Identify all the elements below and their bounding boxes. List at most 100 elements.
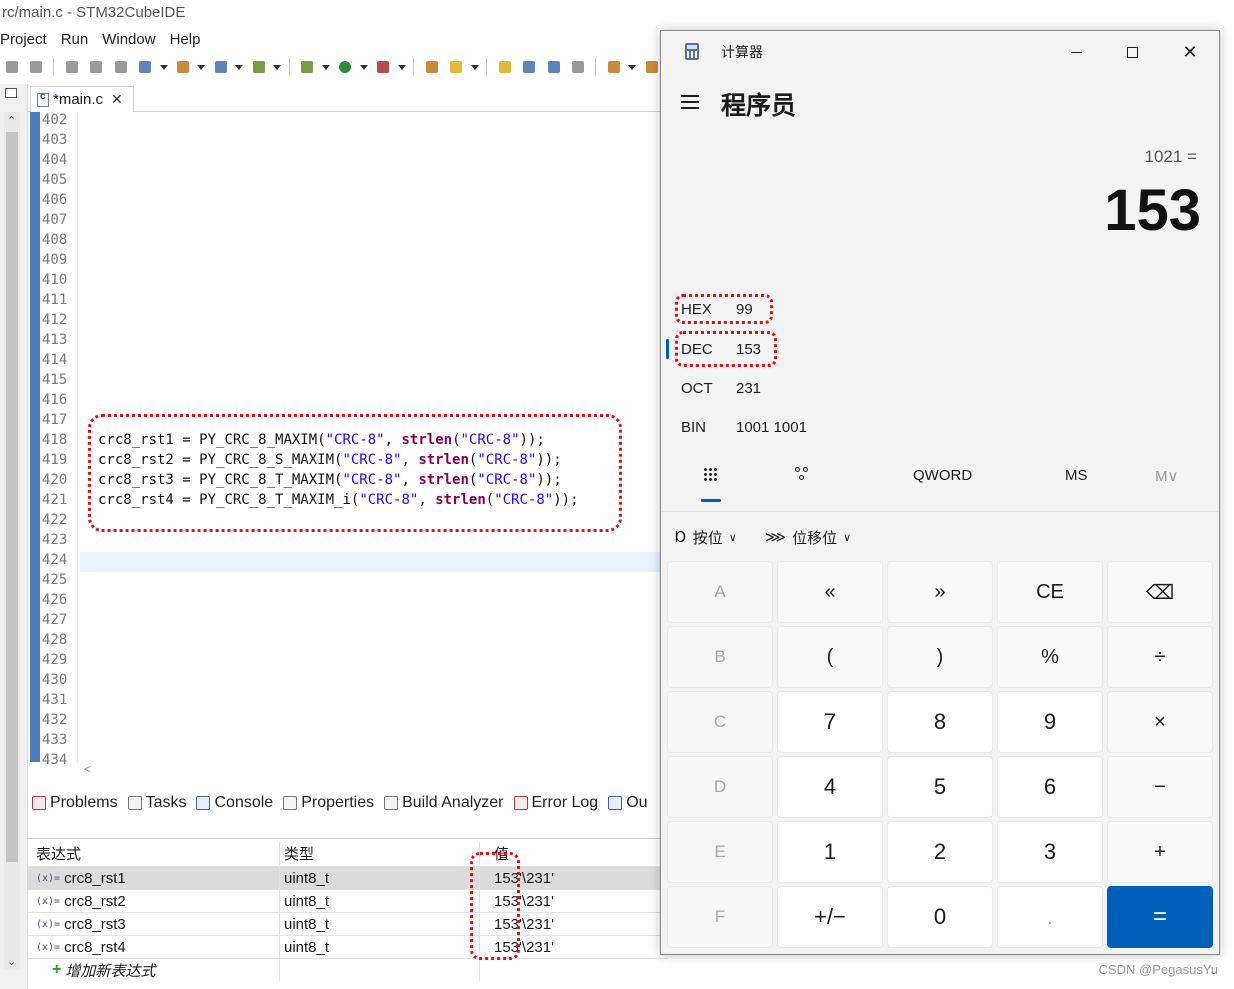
table-row[interactable]: (x)= crc8_rst4 uint8_t 153 '\231': [28, 935, 668, 958]
key-1[interactable]: 1: [777, 821, 883, 883]
run-icon[interactable]: [335, 58, 353, 76]
full-keypad-tab[interactable]: [703, 467, 719, 483]
toggle-mark-icon[interactable]: [519, 58, 537, 76]
open-folder-icon[interactable]: [173, 58, 191, 76]
chevron-down-icon[interactable]: [628, 63, 637, 71]
key-e[interactable]: E: [667, 821, 773, 883]
clean-icon[interactable]: [86, 58, 104, 76]
key-c[interactable]: C: [667, 691, 773, 753]
close-icon[interactable]: ✕: [111, 91, 123, 108]
tab-outline[interactable]: Ou: [608, 794, 648, 812]
key-f[interactable]: F: [667, 886, 773, 948]
vertical-scrollbar[interactable]: ⌃ ⌄: [4, 112, 20, 970]
key-equals[interactable]: =: [1107, 886, 1213, 948]
chevron-down-icon[interactable]: [273, 63, 282, 71]
key-backspace[interactable]: ⌫: [1107, 561, 1213, 623]
back-icon[interactable]: [2, 58, 20, 76]
chevron-down-icon[interactable]: [359, 63, 369, 71]
tab-error-log[interactable]: Error Log: [513, 794, 598, 812]
chevron-down-icon[interactable]: [197, 63, 206, 71]
word-size-button[interactable]: QWORD: [913, 467, 972, 484]
scroll-left-icon[interactable]: <: [84, 762, 91, 776]
scroll-down-icon[interactable]: ⌄: [7, 955, 16, 968]
key-plus[interactable]: +: [1107, 821, 1213, 883]
key-decimal[interactable]: .: [997, 886, 1103, 948]
chevron-down-icon[interactable]: [235, 63, 244, 71]
key-open-paren[interactable]: (: [777, 626, 883, 688]
hand-icon[interactable]: [111, 58, 129, 76]
radix-oct[interactable]: OCT 231: [681, 376, 761, 400]
key-8[interactable]: 8: [887, 691, 993, 753]
key-left-shift[interactable]: «: [777, 561, 883, 623]
key-minus[interactable]: −: [1107, 756, 1213, 818]
tab-tasks[interactable]: Tasks: [127, 794, 186, 812]
bitwise-dropdown[interactable]: Ɒ 按位 ∨: [675, 527, 737, 548]
key-modulo[interactable]: %: [997, 626, 1103, 688]
open-type-icon[interactable]: [422, 58, 440, 76]
table-row[interactable]: (x)= crc8_rst1 uint8_t 153 '\231': [28, 866, 668, 889]
debug-icon[interactable]: [297, 58, 315, 76]
highlight-icon[interactable]: [495, 58, 513, 76]
prev-annotation-icon[interactable]: [642, 58, 660, 76]
radix-bin[interactable]: BIN 1001 1001: [681, 415, 807, 439]
bit-toggle-tab[interactable]: [795, 467, 811, 485]
close-button[interactable]: ✕: [1167, 37, 1213, 67]
key-b[interactable]: B: [667, 626, 773, 688]
build-icon[interactable]: [62, 58, 80, 76]
key-3[interactable]: 3: [997, 821, 1103, 883]
table-row[interactable]: (x)= crc8_rst2 uint8_t 153 '\231': [28, 889, 668, 912]
cell-expression: (x)= crc8_rst4: [28, 936, 280, 958]
new-icon[interactable]: [135, 58, 153, 76]
key-7[interactable]: 7: [777, 691, 883, 753]
search-icon[interactable]: [446, 58, 464, 76]
add-expression-row[interactable]: + 增加新表达式: [28, 958, 668, 981]
tab-properties[interactable]: Properties: [283, 794, 374, 812]
tab-main-c[interactable]: *main.c ✕: [30, 86, 134, 112]
key-divide[interactable]: ÷: [1107, 626, 1213, 688]
key-6[interactable]: 6: [997, 756, 1103, 818]
table-row[interactable]: (x)= crc8_rst3 uint8_t 153 '\231': [28, 912, 668, 935]
tab-build-analyzer[interactable]: Build Analyzer: [384, 794, 504, 812]
key-a[interactable]: A: [667, 561, 773, 623]
key-clear-entry[interactable]: CE: [997, 561, 1103, 623]
next-annotation-icon[interactable]: [604, 58, 622, 76]
chevron-down-icon[interactable]: [397, 63, 406, 71]
col-expression[interactable]: 表达式: [28, 842, 280, 865]
chevron-down-icon[interactable]: [470, 63, 480, 71]
scroll-up-icon[interactable]: ⌃: [7, 114, 16, 127]
key-2[interactable]: 2: [887, 821, 993, 883]
menu-help[interactable]: Help: [170, 28, 215, 52]
maximize-button[interactable]: [1109, 37, 1155, 67]
key-multiply[interactable]: ×: [1107, 691, 1213, 753]
menu-run[interactable]: Run: [61, 28, 103, 52]
key-negate[interactable]: +/−: [777, 886, 883, 948]
menu-window[interactable]: Window: [102, 28, 169, 52]
scrollbar-thumb[interactable]: [6, 132, 18, 862]
key-right-shift[interactable]: »: [887, 561, 993, 623]
memory-store-button[interactable]: MS: [1065, 467, 1088, 484]
restore-icon[interactable]: [5, 88, 17, 98]
new-class-icon[interactable]: [249, 58, 267, 76]
key-4[interactable]: 4: [777, 756, 883, 818]
forward-icon[interactable]: [26, 58, 44, 76]
block-select-icon[interactable]: [544, 58, 562, 76]
minimize-button[interactable]: [1053, 37, 1099, 67]
key-9[interactable]: 9: [997, 691, 1103, 753]
bitshift-dropdown[interactable]: ⋙ 位移位 ∨: [765, 527, 851, 548]
external-tools-icon[interactable]: [373, 58, 391, 76]
new-file-icon[interactable]: [211, 58, 229, 76]
key-d[interactable]: D: [667, 756, 773, 818]
hamburger-menu-icon[interactable]: [681, 95, 699, 109]
chevron-down-icon[interactable]: [321, 63, 331, 71]
chevron-down-icon[interactable]: [159, 63, 169, 71]
whitespace-icon[interactable]: [568, 58, 586, 76]
tab-console[interactable]: Console: [196, 794, 273, 812]
key-5[interactable]: 5: [887, 756, 993, 818]
tab-problems[interactable]: Problems: [32, 794, 118, 812]
col-type[interactable]: 类型: [280, 842, 480, 865]
horizontal-scrollbar[interactable]: <: [80, 762, 660, 778]
menu-project[interactable]: Project: [0, 28, 61, 52]
memory-list-button[interactable]: M∨: [1155, 467, 1178, 485]
key-0[interactable]: 0: [887, 886, 993, 948]
key-close-paren[interactable]: ): [887, 626, 993, 688]
